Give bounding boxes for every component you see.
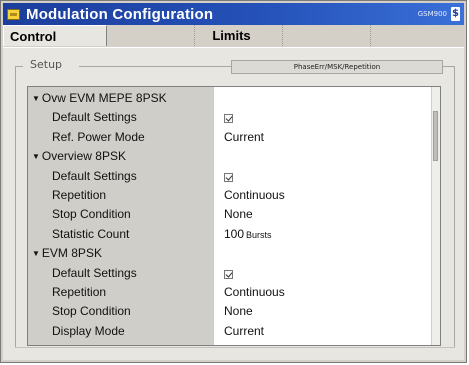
setting-value[interactable]: 100 Bursts (224, 225, 272, 245)
setting-value[interactable]: Continuous (224, 186, 285, 205)
setting-value[interactable]: None (224, 302, 253, 321)
setting-value-text: 100 (224, 226, 245, 241)
tree-scrollbar[interactable] (431, 87, 440, 345)
setting-label: Stop Condition (52, 207, 131, 222)
setting-value[interactable]: None (224, 205, 253, 224)
tree-group-label: ▼ Overview 8PSK (32, 147, 126, 166)
tab-empty-2[interactable] (283, 25, 371, 46)
setting-value[interactable]: Current (224, 128, 264, 147)
window-icon (7, 8, 20, 20)
setting-label: Ref. Power Mode (52, 129, 145, 144)
mode-badge-icon[interactable]: $ (451, 7, 460, 21)
title-right-area: GSM900 $ (418, 3, 464, 25)
checkbox-checked-icon[interactable] (224, 172, 233, 182)
settings-tree[interactable]: ▼ Ovw EVM MEPE 8PSK Default Settings Ref. P… (27, 86, 441, 346)
setting-value-text: None (224, 304, 253, 319)
setting-value-text: Current (224, 129, 265, 144)
control-panel: Setup PhaseErr/MSK/Repetition ▼ Ovw EVM M… (3, 47, 464, 360)
window-title: Modulation Configuration (26, 5, 214, 23)
setting-label: Repetition (52, 285, 107, 299)
setting-value-text: Current (224, 323, 265, 338)
tab-empty-3[interactable] (371, 25, 464, 46)
setting-label: Display Mode (52, 323, 125, 338)
expanded-arrow-icon[interactable]: ▼ (32, 147, 40, 166)
default-settings-checkbox[interactable] (224, 108, 233, 127)
expanded-arrow-icon[interactable]: ▼ (32, 89, 40, 108)
setting-label: Stop Condition (52, 304, 131, 319)
expanded-arrow-icon[interactable]: ▼ (32, 244, 40, 263)
checkbox-checked-icon[interactable] (224, 269, 233, 279)
setting-label: Default Settings (52, 168, 137, 183)
default-settings-checkbox[interactable] (224, 167, 233, 186)
scroll-thumb[interactable] (433, 111, 438, 161)
group-name: Overview 8PSK (41, 149, 126, 164)
mode-label: GSM900 (417, 10, 447, 18)
title-bar[interactable]: Modulation Configuration GSM900 $ (3, 3, 464, 25)
setting-value-text: Continuous (224, 188, 285, 202)
tab-control[interactable]: Control (3, 25, 107, 46)
setting-label: Repetition (52, 188, 107, 202)
setting-unit: Bursts (246, 229, 272, 240)
modulation-configuration-window: Modulation Configuration GSM900 $ Contro… (0, 0, 467, 363)
footer-divider (15, 347, 455, 348)
tab-bar: Control Limits (3, 25, 464, 47)
tab-empty-1[interactable] (107, 25, 195, 46)
checkbox-checked-icon[interactable] (224, 114, 233, 124)
tree-group-label: ▼ EVM 8PSK (32, 244, 102, 263)
setting-label: Statistic Count (52, 226, 130, 241)
default-settings-checkbox[interactable] (224, 264, 233, 283)
setting-value[interactable]: Continuous (224, 283, 285, 302)
setting-label: Default Settings (52, 265, 137, 280)
setting-value[interactable]: Current (224, 322, 264, 341)
tree-group-label: ▼ Ovw EVM MEPE 8PSK (32, 89, 167, 108)
setting-label: Default Settings (52, 110, 137, 125)
setting-value-text: Continuous (224, 285, 285, 299)
group-name: Ovw EVM MEPE 8PSK (41, 91, 167, 105)
setting-value-text: None (224, 207, 253, 222)
group-name: EVM 8PSK (41, 246, 102, 261)
tab-limits[interactable]: Limits (195, 25, 283, 46)
